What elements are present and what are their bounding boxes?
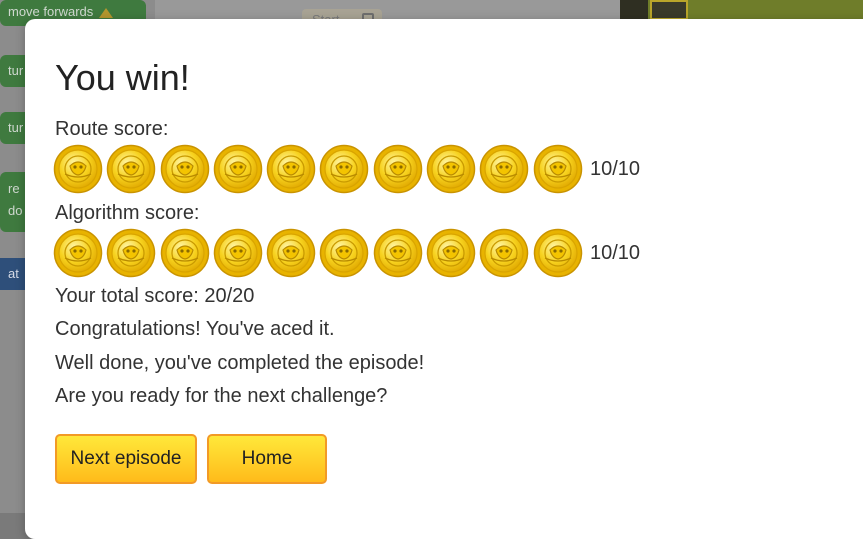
gold-coin-icon: [373, 228, 423, 278]
block-at-label: at: [8, 266, 19, 281]
gold-coin-icon: [160, 228, 210, 278]
gold-coin-icon: [479, 228, 529, 278]
block-turn-1-label: tur: [8, 63, 24, 78]
gold-coin-icon: [266, 228, 316, 278]
block-move-forwards-label: move forwards: [8, 4, 94, 19]
gold-coin-icon: [426, 228, 476, 278]
game-road: [650, 0, 688, 20]
gold-coin-icon: [373, 144, 423, 194]
gold-coin-icon: [426, 144, 476, 194]
gold-coin-icon: [266, 144, 316, 194]
gold-coin-icon: [213, 228, 263, 278]
gold-coin-icon: [53, 228, 103, 278]
dialog-title: You win!: [55, 57, 190, 98]
algorithm-score-coins: 10/10: [53, 227, 640, 279]
route-score-value: 10/10: [589, 157, 641, 180]
route-score-coins: 10/10: [53, 143, 640, 195]
win-dialog: You win! Route score: 10/10 Algorithm sc…: [25, 19, 863, 539]
gold-coin-icon: [319, 144, 369, 194]
message-congratulations: Congratulations! You've aced it.: [55, 318, 335, 340]
home-button[interactable]: Home: [207, 434, 327, 484]
message-next-challenge: Are you ready for the next challenge?: [55, 385, 388, 407]
gold-coin-icon: [533, 144, 583, 194]
gold-coin-icon: [319, 228, 369, 278]
gold-coin-icon: [160, 144, 210, 194]
algorithm-score-label: Algorithm score:: [55, 202, 200, 224]
block-turn-2-label: tur: [8, 120, 24, 135]
gold-coin-icon: [533, 228, 583, 278]
total-score: Your total score: 20/20: [55, 285, 255, 307]
arrow-up-icon: [99, 7, 114, 18]
message-completed: Well done, you've completed the episode!: [55, 352, 425, 374]
gold-coin-icon: [479, 144, 529, 194]
algorithm-score-value: 10/10: [589, 241, 641, 264]
next-episode-button[interactable]: Next episode: [55, 434, 197, 484]
route-score-label: Route score:: [55, 118, 169, 140]
gold-coin-icon: [213, 144, 263, 194]
gold-coin-icon: [106, 228, 156, 278]
gold-coin-icon: [53, 144, 103, 194]
gold-coin-icon: [106, 144, 156, 194]
